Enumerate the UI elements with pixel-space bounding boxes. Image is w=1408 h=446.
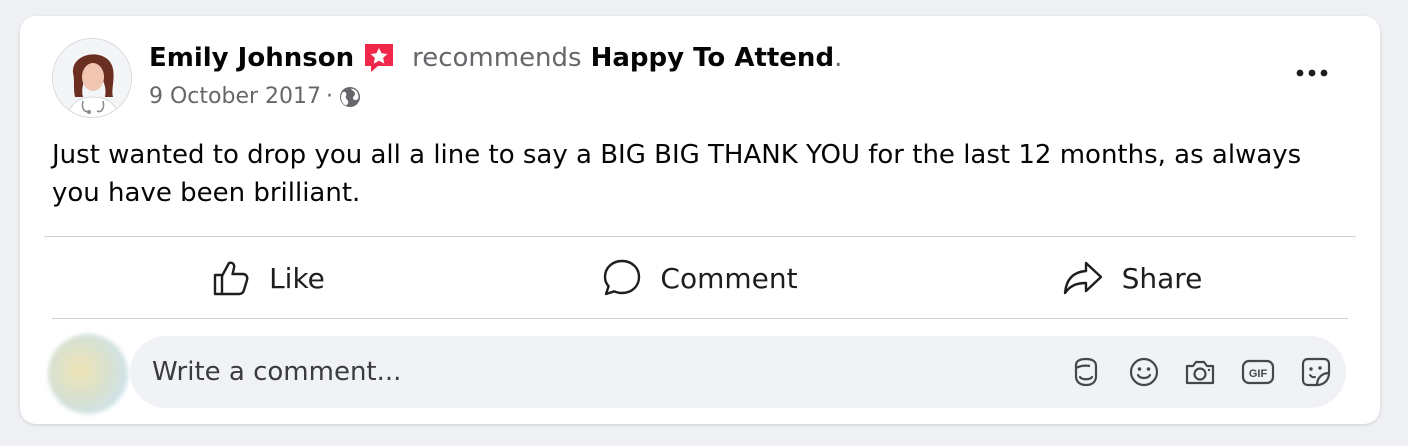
comment-input[interactable] [152,336,1032,408]
post-date[interactable]: 9 October 2017 [149,82,321,112]
recommend-badge-icon [362,41,396,75]
gif-icon[interactable]: GIF [1240,354,1276,390]
comment-bubble-icon [604,259,641,296]
comment-composer: GIF [130,336,1346,408]
like-button[interactable]: Like [52,238,484,318]
share-label: Share [1121,261,1203,295]
post-card: Emily Johnson recommends Happy To Attend… [20,16,1380,424]
post-header: Emily Johnson recommends Happy To Attend… [149,40,842,76]
more-dots-icon [1296,69,1328,77]
recommended-page-name[interactable]: Happy To Attend [591,40,834,76]
meta-separator: · [326,84,334,109]
more-options-button[interactable] [1290,56,1334,90]
thumbs-up-icon [213,261,249,296]
avatar-sticker-icon[interactable] [1068,354,1104,390]
sticker-icon[interactable] [1298,354,1334,390]
share-arrow-icon [1063,261,1102,295]
share-button[interactable]: Share [916,238,1348,318]
post-actions: Like Comment Share [52,238,1348,318]
author-name[interactable]: Emily Johnson [149,40,354,76]
divider-top [44,236,1356,237]
header-period: . [834,43,843,73]
commenter-avatar [48,334,128,414]
comment-button[interactable]: Comment [484,238,916,318]
divider-bottom [52,318,1348,319]
camera-icon[interactable] [1182,354,1218,390]
post-body: Just wanted to drop you all a line to sa… [52,140,1302,208]
svg-text:GIF: GIF [1249,368,1268,380]
post-meta: 9 October 2017 · [149,82,362,112]
comment-label: Comment [660,261,798,295]
recommends-text: recommends [412,43,582,73]
globe-icon [338,85,362,109]
like-label: Like [269,261,325,295]
emoji-icon[interactable] [1126,354,1162,390]
author-avatar[interactable] [52,38,132,118]
